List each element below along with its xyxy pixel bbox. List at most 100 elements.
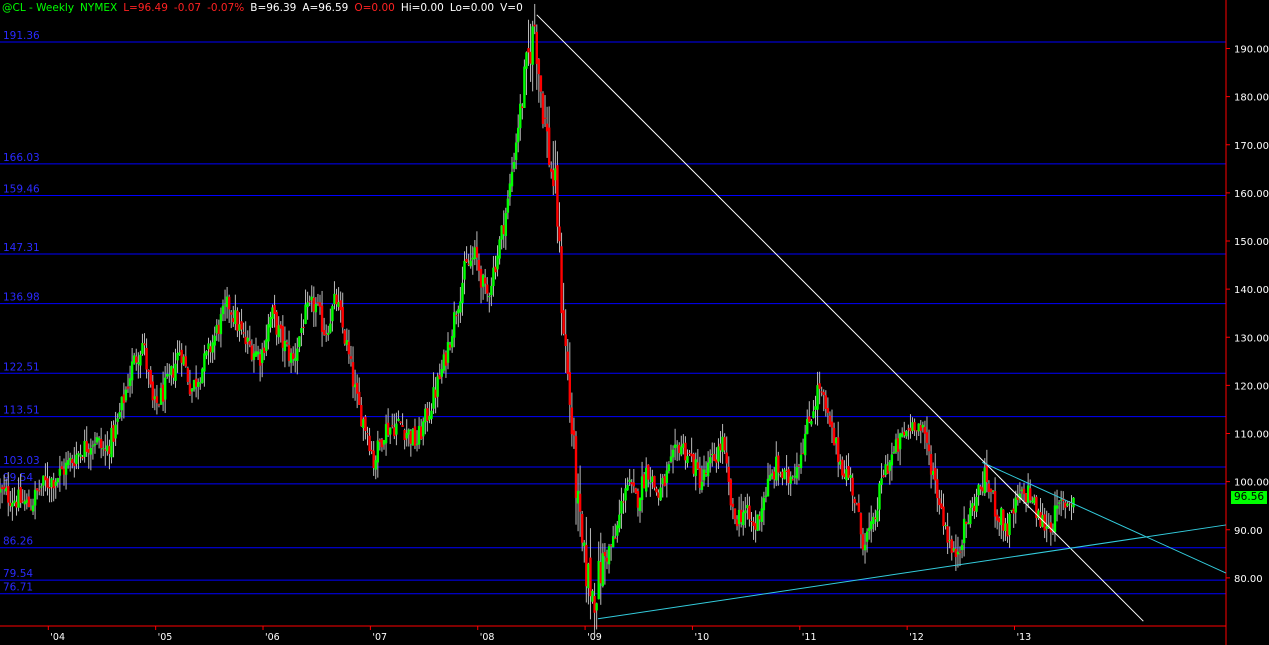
candle-body-434 [894,439,898,453]
candle-body-213 [438,374,441,379]
candle-body-184 [378,440,382,443]
candle-body-165 [339,300,342,311]
candle-body-229 [471,257,474,260]
candle-body-338 [696,462,700,469]
candle-body-236 [486,284,489,294]
candle-body-180 [370,449,373,452]
candle-body-216 [444,352,448,366]
candle-body-452 [931,470,935,475]
candle-body-294 [605,557,609,562]
candle-body-173 [355,382,359,394]
candle-body-206 [424,408,427,423]
candle-body-397 [818,383,821,389]
candle-body-487 [1004,523,1007,532]
candle-body-207 [426,408,429,422]
candle-body-214 [440,369,444,377]
candle-body-160 [329,323,332,333]
candle-body-158 [324,334,328,336]
candle-body-365 [752,521,755,526]
candle-body-342 [704,472,708,474]
level-label-6: 113.51 [3,405,40,417]
candle-body-356 [733,508,737,520]
candle-body-96 [196,382,200,387]
candle-body-520 [1072,497,1075,508]
candle-body-308 [634,488,638,493]
candle-body-205 [422,421,425,437]
candle-body-403 [830,421,834,428]
candle-body-16 [31,505,35,512]
candle-body-346 [713,454,716,461]
candle-body-72 [147,370,150,372]
candle-body-133 [273,305,276,314]
candle-body-475 [979,486,982,490]
x-tick-label-1: '05 [158,632,173,643]
candle-body-70 [143,343,146,346]
price-chart[interactable]: 191.36 166.03 159.46 147.31 136.98 122.51 113.… [0,0,1269,645]
candle-body-227 [467,263,470,265]
candle-body-292 [601,553,605,587]
candle-body-254 [523,66,526,108]
level-label-3: 147.31 [3,242,40,254]
candle-body-369 [760,508,764,522]
candle-body-341 [702,469,706,481]
candle-body-175 [360,405,363,427]
candle-body-30 [60,466,64,470]
candle-body-81 [166,373,169,377]
candle-body-447 [921,424,925,428]
candle-body-19 [38,490,41,492]
candle-body-195 [401,425,404,427]
candle-body-396 [816,385,819,410]
candle-body-78 [159,387,163,405]
candle-body-245 [504,212,508,237]
candle-body-516 [1064,502,1067,508]
candle-body-168 [345,340,349,346]
candle-body-152 [312,297,316,312]
candle-body-473 [975,496,978,512]
candle-body-196 [403,429,406,441]
candle-body-199 [409,430,413,444]
candle-body-31 [62,468,66,475]
candle-body-155 [318,302,322,307]
candle-body-446 [919,424,922,431]
candle-body-283 [583,542,586,547]
candle-body-111 [227,296,231,310]
candle-body-94 [192,380,196,390]
candle-body-202 [415,443,419,445]
candle-body-74 [151,381,154,401]
candle-body-393 [810,421,813,425]
candle-body-453 [934,467,937,481]
candle-body-138 [283,340,287,352]
candle-body-250 [514,142,518,161]
candle-body-174 [358,391,361,405]
y-tick-label-11: 80.00 [1234,574,1263,585]
candle-body-373 [768,475,772,480]
candle-body-266 [547,127,551,165]
candle-body-140 [287,345,291,361]
candle-body-454 [936,479,939,499]
candle-body-109 [223,304,227,306]
candle-body-135 [277,325,280,338]
candle-body-153 [314,303,318,313]
candle-body-317 [653,475,656,488]
x-tick-label-9: '13 [1017,632,1032,643]
candle-body-34 [68,457,72,461]
candle-body-514 [1059,499,1063,501]
candle-body-332 [684,442,687,461]
candle-body-182 [374,460,377,470]
candle-body-264 [543,117,547,119]
candle-body-291 [599,562,602,584]
candle-body-170 [349,356,353,359]
candle-body-177 [364,416,367,431]
candle-body-268 [552,170,555,187]
candle-body-437 [900,433,904,437]
candle-body-12 [23,501,26,505]
candle-body-276 [568,372,572,405]
candle-body-126 [258,354,262,366]
candle-body-112 [230,312,233,315]
candle-body-337 [694,459,697,476]
candle-body-98 [201,368,204,383]
y-tick-label-9: 100.00 [1234,478,1269,489]
candle-body-410 [845,469,848,481]
candle-body-203 [417,426,421,445]
candle-body-218 [448,344,452,348]
